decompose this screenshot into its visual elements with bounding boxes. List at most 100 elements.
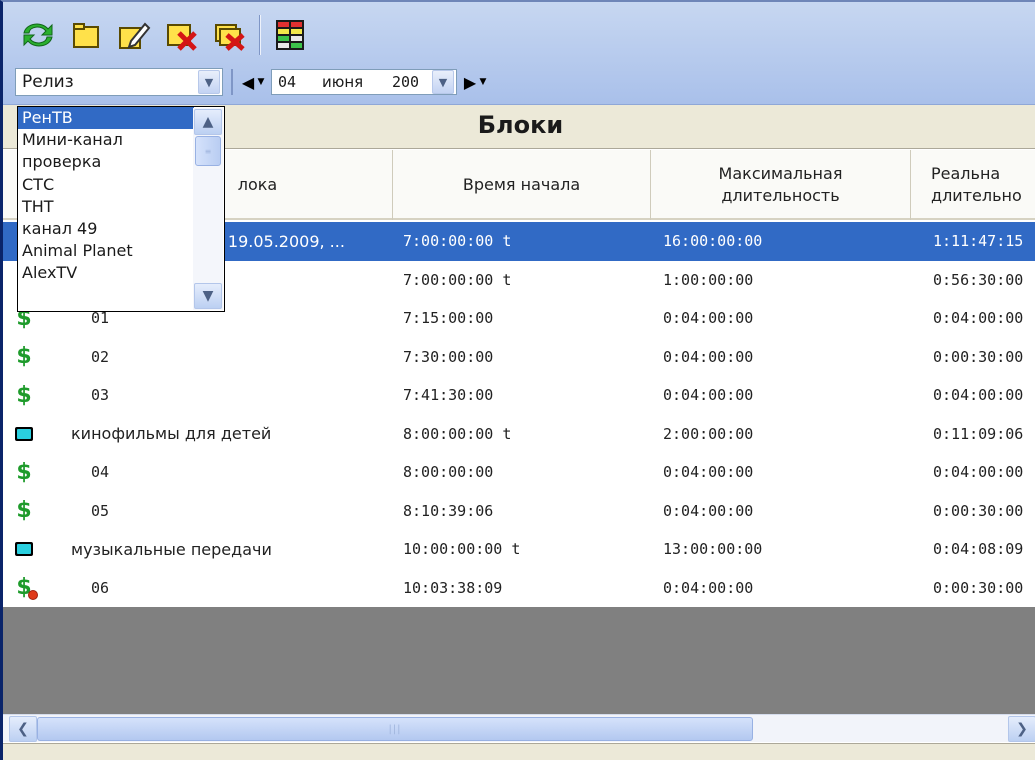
row-start-time: 8:10:39:06 [403,501,494,520]
row-real-duration: 0:04:00:00 [933,463,1024,482]
row-max-duration: 0:04:00:00 [663,463,754,482]
date-picker[interactable]: 04 июня 200 ▼ [271,69,457,95]
row-real-duration: 0:04:00:00 [933,386,1024,405]
row-start-time: 7:00:00:00 t [403,232,512,251]
schedule-grid-button[interactable] [269,15,311,55]
row-start-time: 8:00:00:00 t [403,424,512,443]
row-real-duration: 0:00:30:00 [933,501,1024,520]
delete-block-button[interactable] [161,15,203,55]
table-row[interactable]: $03 7:41:30:00 0:04:00:00 0:04:00:00 [3,376,1035,415]
row-name: кинофильмы для детей [71,424,272,444]
cell-name: $06 [3,569,393,608]
refresh-button[interactable] [17,15,59,55]
row-real-duration: 0:04:08:09 [933,540,1024,559]
dollar-icon: $ [16,459,32,485]
channel-item[interactable]: AlexTV [18,262,194,284]
date-year: 200 [392,73,420,91]
date-month: июня [322,73,364,91]
channel-item[interactable]: канал 49 [18,218,194,240]
table-row[interactable]: $05 8:10:39:06 0:04:00:00 0:00:30:00 [3,492,1035,531]
table-row[interactable]: $04 8:00:00:00 0:04:00:00 0:04:00:00 [3,453,1035,492]
row-start-time: 7:41:30:00 [403,386,494,405]
next-date-menu-icon[interactable]: ▼ [477,77,489,87]
row-name: музыкальные передачи [71,539,272,559]
cell-name: $04 [3,453,393,492]
dollar-icon: $ [16,382,32,408]
cell-name: музыкальные передачи [3,530,393,569]
row-max-duration: 16:00:00:00 [663,232,763,251]
delete-block-icon [167,24,197,51]
toolbar-grip [231,69,233,95]
channel-item[interactable]: Animal Planet [18,240,194,262]
main-toolbar [13,10,311,60]
new-folder-icon [73,23,99,48]
channel-item[interactable]: РенТВ [18,107,194,130]
dollar-icon: $ [16,498,32,524]
horizontal-scrollbar[interactable]: ❮ ||| ❯ [3,714,1035,742]
row-start-time: 7:30:00:00 [403,347,494,366]
scroll-down-icon[interactable]: ▼ [194,283,222,309]
delete-all-button[interactable] [209,15,251,55]
row-real-duration: 0:11:09:06 [933,424,1024,443]
toolbar-area: Релиз ▼ ◀ ▼ 04 июня 200 ▼ ▶ ▼ [3,2,1035,105]
row-start-time: 7:00:00:00 t [403,270,512,289]
scroll-left-icon[interactable]: ❮ [9,716,37,742]
scroll-up-icon[interactable]: ▲ [194,109,222,135]
row-real-duration: 0:00:30:00 [933,347,1024,366]
channel-list-scroll-thumb[interactable]: ≡ [195,136,221,166]
schedule-grid-icon [276,20,304,50]
channel-item[interactable]: Мини-канал [18,129,194,151]
col-header-start[interactable]: Время начала [393,150,651,220]
channel-dropdown-list[interactable]: РенТВ Мини-канал проверка СТС ТНТ канал 49 Ani… [17,106,225,312]
row-max-duration: 0:04:00:00 [663,309,754,328]
edit-button[interactable] [113,15,155,55]
edit-icon [119,22,151,49]
row-max-duration: 13:00:00:00 [663,540,763,559]
row-max-duration: 0:04:00:00 [663,347,754,366]
channel-item[interactable]: СТС [18,174,194,196]
channel-item[interactable]: ТНТ [18,196,194,218]
cell-name: $03 [3,376,393,415]
app-window: Релиз ▼ ◀ ▼ 04 июня 200 ▼ ▶ ▼ Блоки лока… [0,0,1035,760]
toolbar-separator [259,15,261,55]
dollar-icon: $ [16,344,32,370]
cell-name: кинофильмы для детей [3,415,393,454]
release-combo-value: Релиз [22,72,74,92]
cell-name: $05 [3,492,393,531]
channel-list-scrollbar[interactable]: ▲ ≡ ▼ [193,108,223,310]
row-real-duration: 0:00:30:00 [933,578,1024,597]
row-max-duration: 2:00:00:00 [663,424,754,443]
table-row[interactable]: музыкальные передачи 10:00:00:00 t 13:00:0… [3,530,1035,569]
row-real-duration: 1:11:47:15 [933,232,1024,251]
date-day: 04 [278,73,297,91]
new-folder-button[interactable] [65,15,107,55]
channel-item[interactable]: проверка [18,151,194,173]
dollar-error-icon: $ [13,575,38,600]
row-real-duration: 0:04:00:00 [933,309,1024,328]
cell-name: $02 [3,338,393,377]
col-header-max-duration[interactable]: Максимальная длительность [651,150,911,220]
prev-date-icon[interactable]: ◀ [241,73,255,92]
date-dropdown-icon[interactable]: ▼ [432,70,454,94]
table-row[interactable]: $02 7:30:00:00 0:04:00:00 0:00:30:00 [3,338,1035,377]
table-row[interactable]: кинофильмы для детей 8:00:00:00 t 2:00:00:… [3,415,1035,454]
next-date-icon[interactable]: ▶ [463,73,477,92]
filter-toolbar: Релиз ▼ ◀ ▼ 04 июня 200 ▼ ▶ ▼ [15,66,560,98]
row-start-time: 8:00:00:00 [403,463,494,482]
tv-block-icon [13,422,35,446]
delete-all-icon [215,24,245,51]
status-bar [3,743,1035,760]
col-header-real-duration[interactable]: Реальна длительно [911,150,1035,220]
chevron-down-icon[interactable]: ▼ [198,70,220,94]
release-combo[interactable]: Релиз ▼ [15,68,223,96]
scroll-thumb[interactable]: ||| [37,717,753,741]
row-start-time: 10:00:00:00 t [403,540,521,559]
refresh-icon [23,23,53,47]
prev-date-menu-icon[interactable]: ▼ [255,77,267,87]
row-max-duration: 1:00:00:00 [663,270,754,289]
scroll-right-icon[interactable]: ❯ [1008,716,1035,742]
table-row[interactable]: $06 10:03:38:09 0:04:00:00 0:00:30:00 [3,569,1035,608]
row-max-duration: 0:04:00:00 [663,501,754,520]
row-start-time: 10:03:38:09 [403,578,503,597]
row-start-time: 7:15:00:00 [403,309,494,328]
